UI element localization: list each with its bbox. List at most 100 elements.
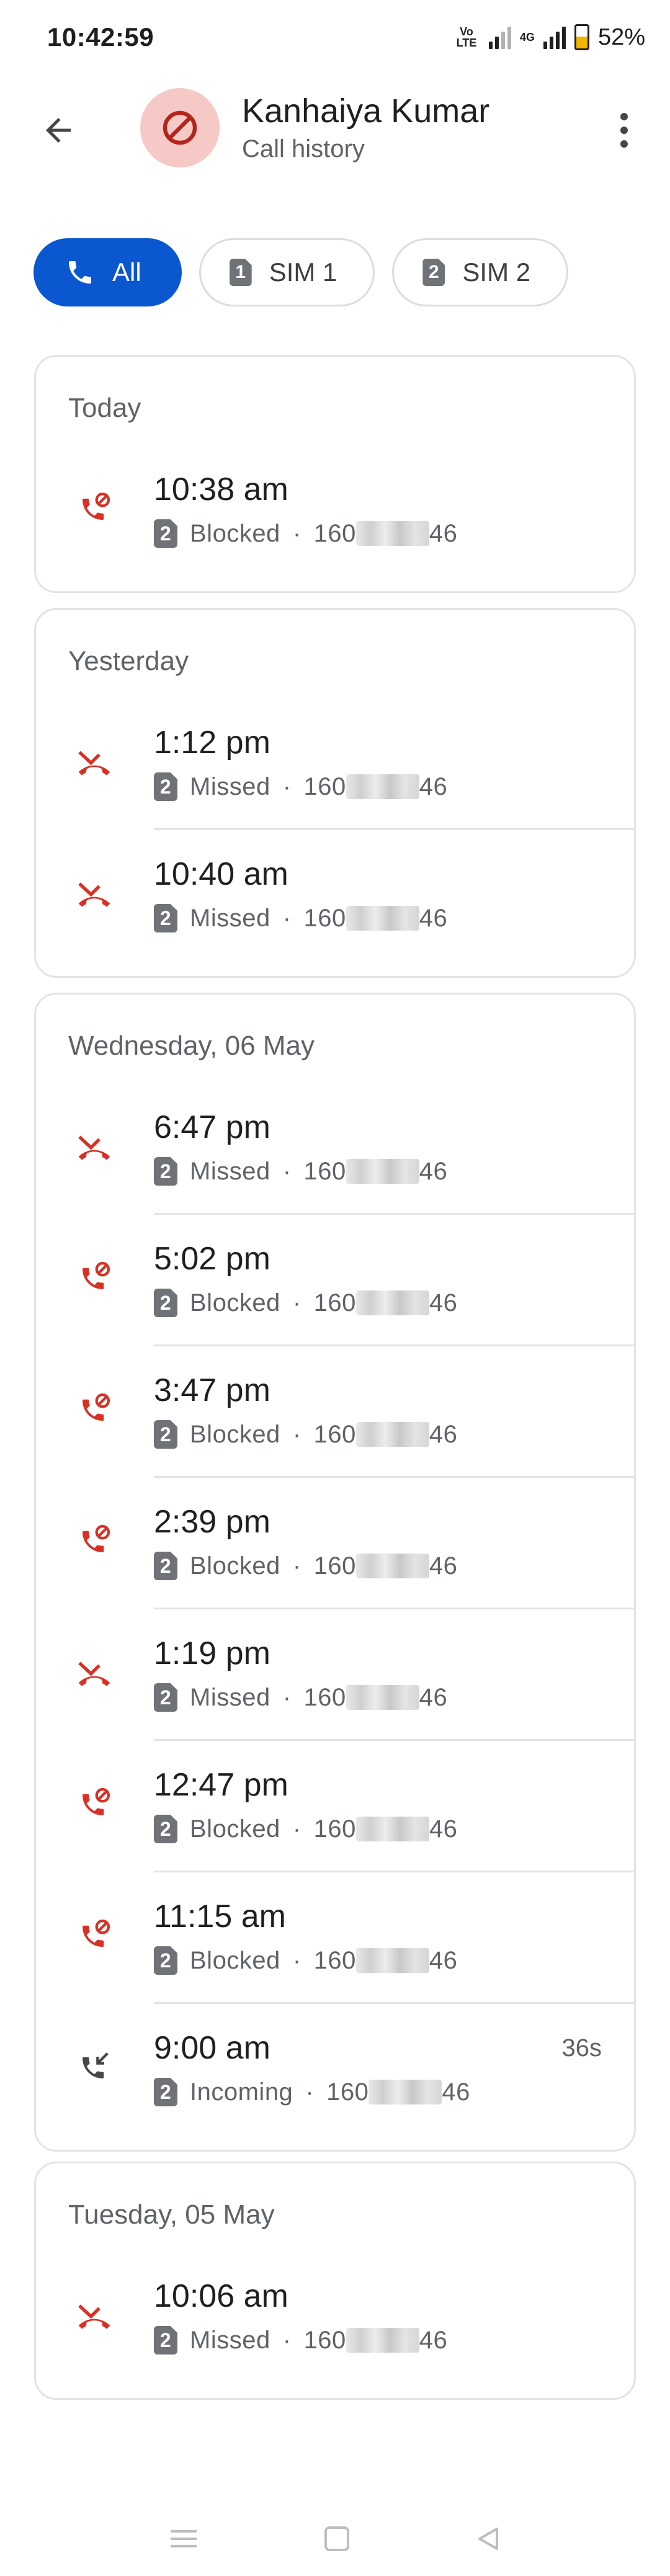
call-entry-row[interactable]: 10:40 am 2 Missed · 160 46: [36, 828, 634, 960]
number-prefix: 160: [326, 2078, 369, 2106]
separator-dot: ·: [292, 1420, 302, 1448]
sim-card-icon: 2: [154, 1157, 177, 1186]
row-divider: [154, 1608, 634, 1609]
blocked-call-icon: [74, 1389, 114, 1429]
more-dot-icon: [620, 127, 628, 134]
separator-dot: ·: [282, 772, 292, 800]
call-meta: 2 Blocked · 160 46: [154, 1552, 457, 1580]
battery-icon: [574, 24, 589, 50]
status-time: 10:42:59: [47, 22, 154, 51]
call-entry-row[interactable]: 12:47 pm 2 Blocked · 160 46: [36, 1739, 634, 1871]
blocked-contact-icon: [163, 110, 197, 145]
phone-number: 160 46: [314, 1947, 458, 1975]
call-status: Blocked: [190, 519, 280, 547]
redacted-digits: [355, 1948, 429, 1973]
call-meta: 2 Blocked · 160 46: [154, 1946, 457, 1975]
separator-dot: ·: [292, 1815, 302, 1843]
call-status: Blocked: [190, 1289, 280, 1317]
redacted-digits: [368, 2080, 442, 2104]
filter-chip-label: SIM 1: [269, 257, 337, 287]
back-button[interactable]: [32, 104, 84, 156]
blocked-call-icon: [74, 1915, 114, 1955]
number-prefix: 160: [303, 904, 346, 932]
call-status: Missed: [190, 1157, 270, 1185]
recents-icon[interactable]: [168, 2526, 199, 2551]
home-icon[interactable]: [323, 2525, 351, 2552]
sim-card-icon: 2: [154, 1420, 177, 1449]
call-entry-row[interactable]: 11:15 am 2 Blocked · 160 46: [36, 1871, 634, 2002]
blocked-call-icon: [74, 1521, 114, 1560]
phone-icon: [69, 261, 91, 284]
call-entry-row[interactable]: 1:19 pm 2 Missed · 160 46: [36, 1608, 634, 1739]
filter-chip-all[interactable]: All: [34, 238, 182, 306]
phone-number: 160 46: [314, 1815, 458, 1843]
number-suffix: 46: [429, 1289, 458, 1317]
incoming-call-icon: [74, 2047, 114, 2086]
call-entry-row[interactable]: 3:47 pm 2 Blocked · 160 46: [36, 1344, 634, 1476]
status-icons: Vo LTE 4G 52%: [453, 24, 645, 51]
redacted-digits: [346, 1685, 419, 1710]
signal-sim2-icon: [543, 25, 566, 49]
call-entry-row[interactable]: 1:12 pm 2 Missed · 160 46: [36, 697, 634, 828]
number-suffix: 46: [442, 2078, 470, 2106]
call-meta: 2 Missed · 160 46: [154, 772, 447, 801]
number-suffix: 46: [429, 1815, 458, 1843]
blocked-call-icon: [74, 488, 114, 528]
sim-card-icon: 2: [154, 1683, 177, 1712]
redacted-digits: [355, 1422, 429, 1447]
redacted-digits: [346, 1159, 419, 1184]
phone-number: 160 46: [304, 905, 448, 932]
call-entry-row[interactable]: 10:38 am 2 Blocked · 160 46: [36, 444, 634, 575]
call-status: Blocked: [190, 1815, 280, 1843]
phone-number: 160 46: [304, 773, 448, 801]
redacted-digits: [346, 2328, 419, 2353]
more-options-button[interactable]: [605, 104, 643, 156]
separator-dot: ·: [282, 1157, 292, 1185]
phone-number: 160 46: [314, 1552, 458, 1580]
call-time: 10:38 am: [154, 472, 288, 508]
number-suffix: 46: [419, 2326, 448, 2354]
filter-chip-sim2[interactable]: 2 SIM 2: [392, 238, 569, 306]
call-meta: 2 Blocked · 160 46: [154, 1289, 457, 1317]
call-time: 6:47 pm: [154, 1109, 270, 1145]
app-header: Kanhaiya Kumar Call history: [0, 74, 670, 186]
call-entry-row[interactable]: 2:39 pm 2 Blocked · 160 46: [36, 1476, 634, 1608]
phone-number: 160 46: [326, 2078, 470, 2106]
phone-number: 160 46: [314, 1421, 458, 1449]
number-suffix: 46: [429, 1552, 458, 1580]
call-group-card: Yesterday 1:12 pm 2 Missed · 160 46 10:40 am 2 Mi…: [34, 608, 636, 978]
call-entry-row[interactable]: 9:00 am 2 Incoming · 160 46 36s: [36, 2002, 634, 2134]
call-entry-row[interactable]: 6:47 pm 2 Missed · 160 46: [36, 1081, 634, 1213]
back-nav-icon[interactable]: [475, 2525, 502, 2552]
call-status: Missed: [190, 2326, 270, 2354]
row-divider: [154, 1476, 634, 1478]
separator-dot: ·: [282, 904, 292, 932]
arrow-back-icon: [46, 118, 71, 143]
number-prefix: 160: [313, 1552, 356, 1580]
call-time: 3:47 pm: [154, 1372, 270, 1408]
number-prefix: 160: [303, 772, 346, 800]
call-group-card: Wednesday, 06 May 6:47 pm 2 Missed · 160 46 5:0…: [34, 993, 636, 2152]
call-status: Blocked: [190, 1552, 280, 1580]
avatar: [140, 88, 220, 168]
signal-sim1-icon: [488, 25, 511, 49]
number-prefix: 160: [313, 519, 356, 547]
call-entry-row[interactable]: 10:06 am 2 Missed · 160 46: [36, 2250, 634, 2382]
missed-call-icon: [74, 873, 114, 913]
number-suffix: 46: [429, 1420, 458, 1448]
row-divider: [154, 828, 634, 830]
separator-dot: ·: [305, 2078, 315, 2106]
number-prefix: 160: [303, 2326, 346, 2354]
number-prefix: 160: [313, 1420, 356, 1448]
number-prefix: 160: [303, 1683, 346, 1711]
number-prefix: 160: [313, 1815, 356, 1843]
filter-chip-sim1[interactable]: 1 SIM 1: [199, 238, 375, 306]
number-prefix: 160: [303, 1157, 346, 1185]
separator-dot: ·: [292, 519, 302, 547]
contact-name: Kanhaiya Kumar: [242, 92, 490, 130]
call-entry-row[interactable]: 5:02 pm 2 Blocked · 160 46: [36, 1213, 634, 1344]
volte-icon: Vo LTE: [456, 25, 477, 49]
row-divider: [154, 1871, 634, 1872]
battery-percent: 52%: [597, 24, 645, 50]
call-time: 10:06 am: [154, 2278, 288, 2314]
